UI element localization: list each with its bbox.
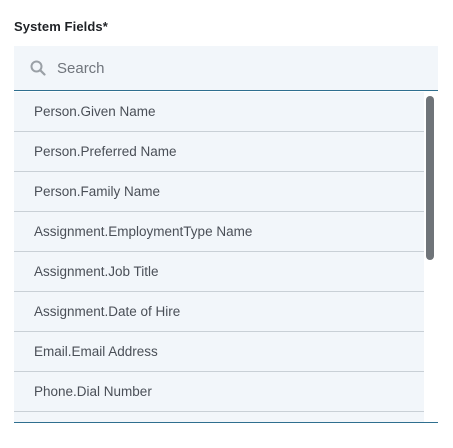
list-item-label: Assignment.EmploymentType Name: [34, 224, 253, 239]
scrollbar-thumb[interactable]: [426, 96, 434, 260]
system-fields-label: System Fields*: [14, 19, 108, 34]
search-input[interactable]: [57, 59, 417, 77]
list-item-label: Assignment.Date of Hire: [34, 304, 181, 319]
list-item[interactable]: Person.Given Name: [14, 92, 424, 132]
list-item-label: Assignment.Job Title: [34, 264, 159, 279]
list-item[interactable]: Assignment.Date of Hire: [14, 292, 424, 332]
field-options: Person.Given Name Person.Preferred Name …: [14, 92, 424, 422]
list-item[interactable]: Person.Preferred Name: [14, 132, 424, 172]
list-item-label: Person.Given Name: [34, 104, 156, 119]
list-item-label: Phone.Dial Number: [34, 384, 152, 399]
list-item[interactable]: Phone.Dial Number: [14, 372, 424, 412]
list-item-label: Person.Preferred Name: [34, 144, 177, 159]
list-item[interactable]: Email.Email Address: [14, 332, 424, 372]
search-icon: [29, 59, 47, 77]
list-item-label: Person.Family Name: [34, 184, 161, 199]
scrollbar-track[interactable]: [424, 92, 438, 422]
search-box[interactable]: [14, 46, 438, 91]
list-item[interactable]: [14, 412, 424, 422]
list-item[interactable]: Assignment.Job Title: [14, 252, 424, 292]
system-fields-list[interactable]: Person.Given Name Person.Preferred Name …: [14, 92, 438, 423]
list-item-label: Email.Email Address: [34, 344, 158, 359]
list-item[interactable]: Person.Family Name: [14, 172, 424, 212]
list-item[interactable]: Assignment.EmploymentType Name: [14, 212, 424, 252]
